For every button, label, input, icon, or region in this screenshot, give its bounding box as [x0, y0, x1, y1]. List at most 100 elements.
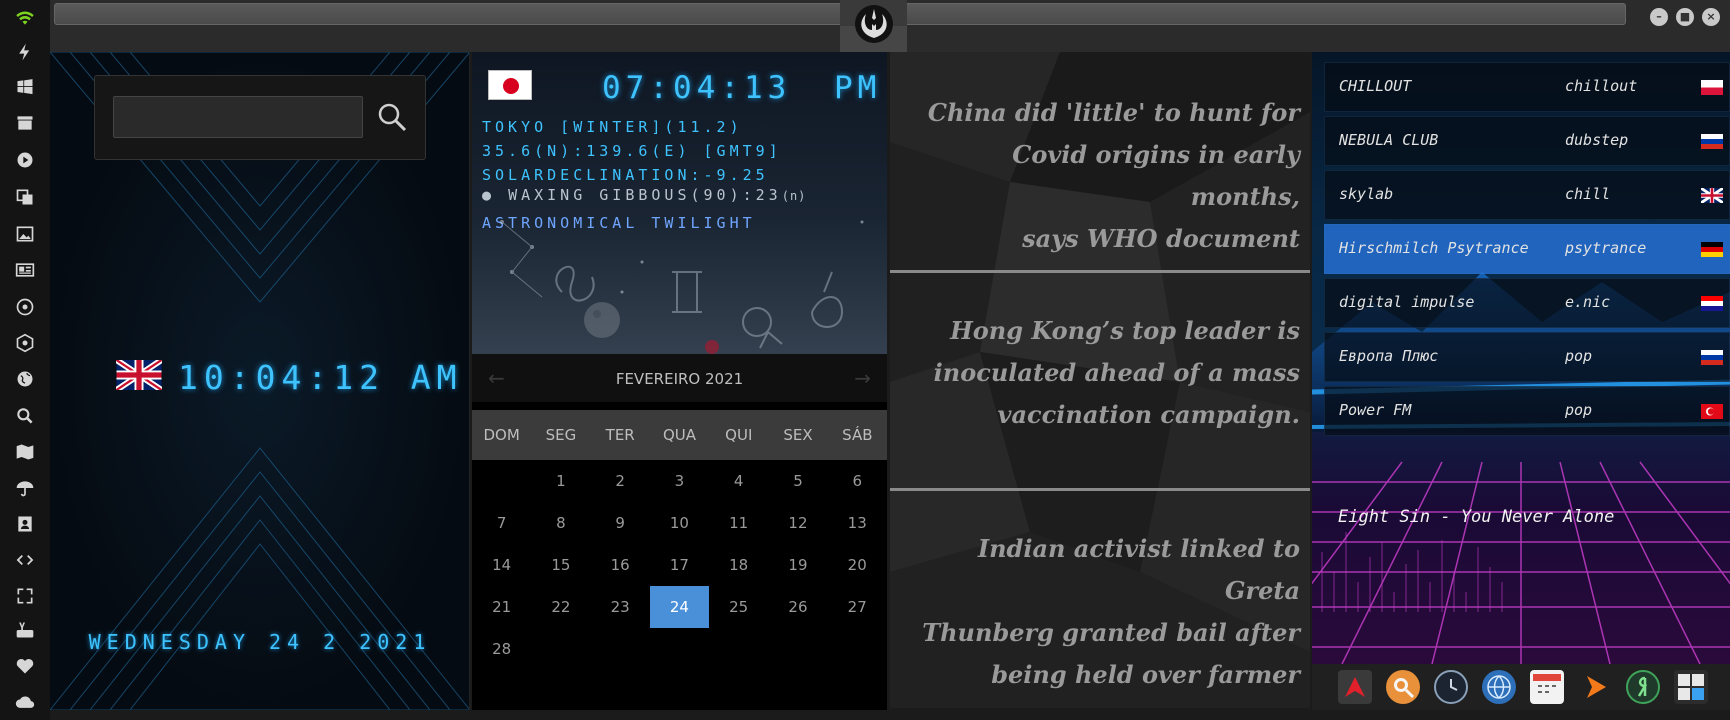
calendar-day[interactable]: 1 — [531, 460, 590, 502]
expand-icon[interactable] — [13, 584, 37, 608]
maximize-button[interactable]: ■ — [1676, 8, 1694, 26]
calendar-month-label: FEVEREIRO 2021 — [615, 370, 744, 388]
archive-icon[interactable] — [13, 111, 37, 135]
tokyo-time: 07:04:13 — [602, 70, 792, 106]
media-player-icon[interactable] — [1578, 670, 1612, 704]
station-name: digital impulse — [1339, 293, 1475, 311]
lightning-icon[interactable] — [13, 40, 37, 64]
radio-station[interactable]: skylab chill — [1324, 170, 1730, 220]
calendar-day[interactable]: 26 — [768, 586, 827, 628]
calendar-day[interactable]: 20 — [828, 544, 887, 586]
calendar-day[interactable]: 8 — [531, 502, 590, 544]
atom-icon[interactable] — [13, 331, 37, 355]
yandex-icon[interactable] — [1626, 670, 1660, 704]
calendar-day[interactable]: 9 — [591, 502, 650, 544]
radio-station-active[interactable]: Hirschmilch Psytrance psytrance — [1324, 224, 1730, 274]
calendar-day-today[interactable]: 24 — [649, 586, 710, 628]
calendar-day[interactable] — [709, 628, 768, 670]
search-icon[interactable] — [13, 404, 37, 428]
station-genre: pop — [1565, 401, 1593, 419]
germany-flag-icon — [1701, 242, 1723, 257]
calendar-day[interactable]: 10 — [650, 502, 709, 544]
wifi-icon[interactable] — [13, 6, 37, 30]
radio-station[interactable]: Power FM pop — [1324, 386, 1730, 436]
calendar-day[interactable] — [472, 460, 531, 502]
calendar-day[interactable]: 23 — [591, 586, 650, 628]
search-icon[interactable] — [375, 100, 409, 134]
calendar-day[interactable]: 2 — [591, 460, 650, 502]
play-icon[interactable] — [13, 148, 37, 172]
radio-station[interactable]: NEBULA CLUB dubstep — [1324, 116, 1730, 166]
calendar-day[interactable]: 14 — [472, 544, 531, 586]
calendar-day[interactable]: 7 — [472, 502, 531, 544]
news-headline[interactable]: China did 'little' to hunt for Covid ori… — [900, 92, 1300, 260]
next-month-button[interactable]: → — [854, 366, 871, 390]
translate-icon[interactable] — [13, 185, 37, 209]
calendar-day[interactable]: 17 — [650, 544, 709, 586]
image-icon[interactable] — [13, 222, 37, 246]
calendar-day[interactable]: 11 — [709, 502, 768, 544]
search-input[interactable] — [113, 96, 363, 138]
contacts-icon[interactable] — [13, 512, 37, 536]
calendar-day[interactable]: 5 — [768, 460, 827, 502]
calendar-day[interactable]: 18 — [709, 544, 768, 586]
window-titlebar: – ■ × — [50, 0, 1730, 52]
calendar-day[interactable]: 13 — [828, 502, 887, 544]
radio-station[interactable]: CHILLOUT chillout — [1324, 62, 1730, 112]
calendar-day[interactable]: 3 — [650, 460, 709, 502]
uk-clock-widget: 10:04:12 AM WEDNESDAY 24 2 2021 — [50, 52, 470, 710]
calendar-day[interactable]: 12 — [768, 502, 827, 544]
radio-station[interactable]: Европа Плюс pop — [1324, 332, 1730, 382]
windows-icon[interactable] — [13, 75, 37, 99]
news-line: Covid origins in early months, — [1012, 140, 1300, 211]
globe-icon[interactable] — [13, 367, 37, 391]
cloud-icon[interactable] — [13, 690, 37, 714]
close-button[interactable]: × — [1702, 8, 1720, 26]
browser-icon[interactable] — [1482, 670, 1516, 704]
calculator-icon[interactable] — [1674, 670, 1708, 704]
news-icon[interactable] — [13, 258, 37, 282]
tokyo-clock-widget: 07:04:13 PM TOKYO [WINTER](11.2) 35.6(N)… — [472, 52, 887, 354]
rebel-alliance-icon — [855, 5, 893, 43]
emblem-tab[interactable] — [840, 0, 907, 52]
umbrella-icon[interactable] — [13, 476, 37, 500]
radio-station[interactable]: digital impulse e.nic — [1324, 278, 1730, 328]
calendar-day[interactable] — [768, 628, 827, 670]
news-headline[interactable]: Hong Kong’s top leader is inoculated ahe… — [900, 310, 1300, 436]
news-line: Hong Kong’s top leader is — [950, 316, 1300, 345]
gallery-icon[interactable] — [13, 295, 37, 319]
station-name: Power FM — [1339, 401, 1412, 419]
calendar-week: 28 — [472, 628, 887, 670]
weekday-label: SEX — [783, 426, 813, 444]
calendar-day[interactable]: 21 — [472, 586, 531, 628]
calendar-day[interactable]: 28 — [472, 628, 531, 670]
moon-phase-suffix: (n) — [781, 189, 807, 203]
calendar-day[interactable]: 27 — [828, 586, 887, 628]
calendar-day[interactable]: 16 — [591, 544, 650, 586]
calendar-day[interactable] — [828, 628, 887, 670]
calendar-day[interactable] — [650, 628, 709, 670]
uk-time: 10:04:12 AM — [178, 358, 463, 397]
calendar-day[interactable]: 4 — [709, 460, 768, 502]
calendar-day[interactable] — [531, 628, 590, 670]
tokyo-solar-declination: SOLARDECLINATION:-9.25 — [482, 166, 769, 184]
calendar-day[interactable]: 15 — [531, 544, 590, 586]
news-headline[interactable]: Indian activist linked to Greta Thunberg… — [900, 528, 1300, 708]
youtube-icon[interactable] — [13, 618, 37, 642]
calendar-day[interactable]: 19 — [768, 544, 827, 586]
calendar-day[interactable]: 22 — [531, 586, 590, 628]
heart-icon[interactable] — [13, 654, 37, 678]
clock-app-icon[interactable] — [1434, 670, 1468, 704]
calendar-day[interactable]: 6 — [828, 460, 887, 502]
code-icon[interactable] — [13, 548, 37, 572]
moon-drawing — [584, 302, 620, 338]
search-app-icon[interactable] — [1386, 670, 1420, 704]
mars-dot — [705, 340, 719, 354]
launcher-icon[interactable] — [1338, 670, 1372, 704]
weekday-label: QUI — [725, 426, 753, 444]
calendar-day[interactable]: 25 — [709, 586, 768, 628]
map-icon[interactable] — [13, 440, 37, 464]
minimize-button[interactable]: – — [1650, 8, 1668, 26]
calendar-day[interactable] — [591, 628, 650, 670]
calendar-icon[interactable] — [1530, 670, 1564, 704]
